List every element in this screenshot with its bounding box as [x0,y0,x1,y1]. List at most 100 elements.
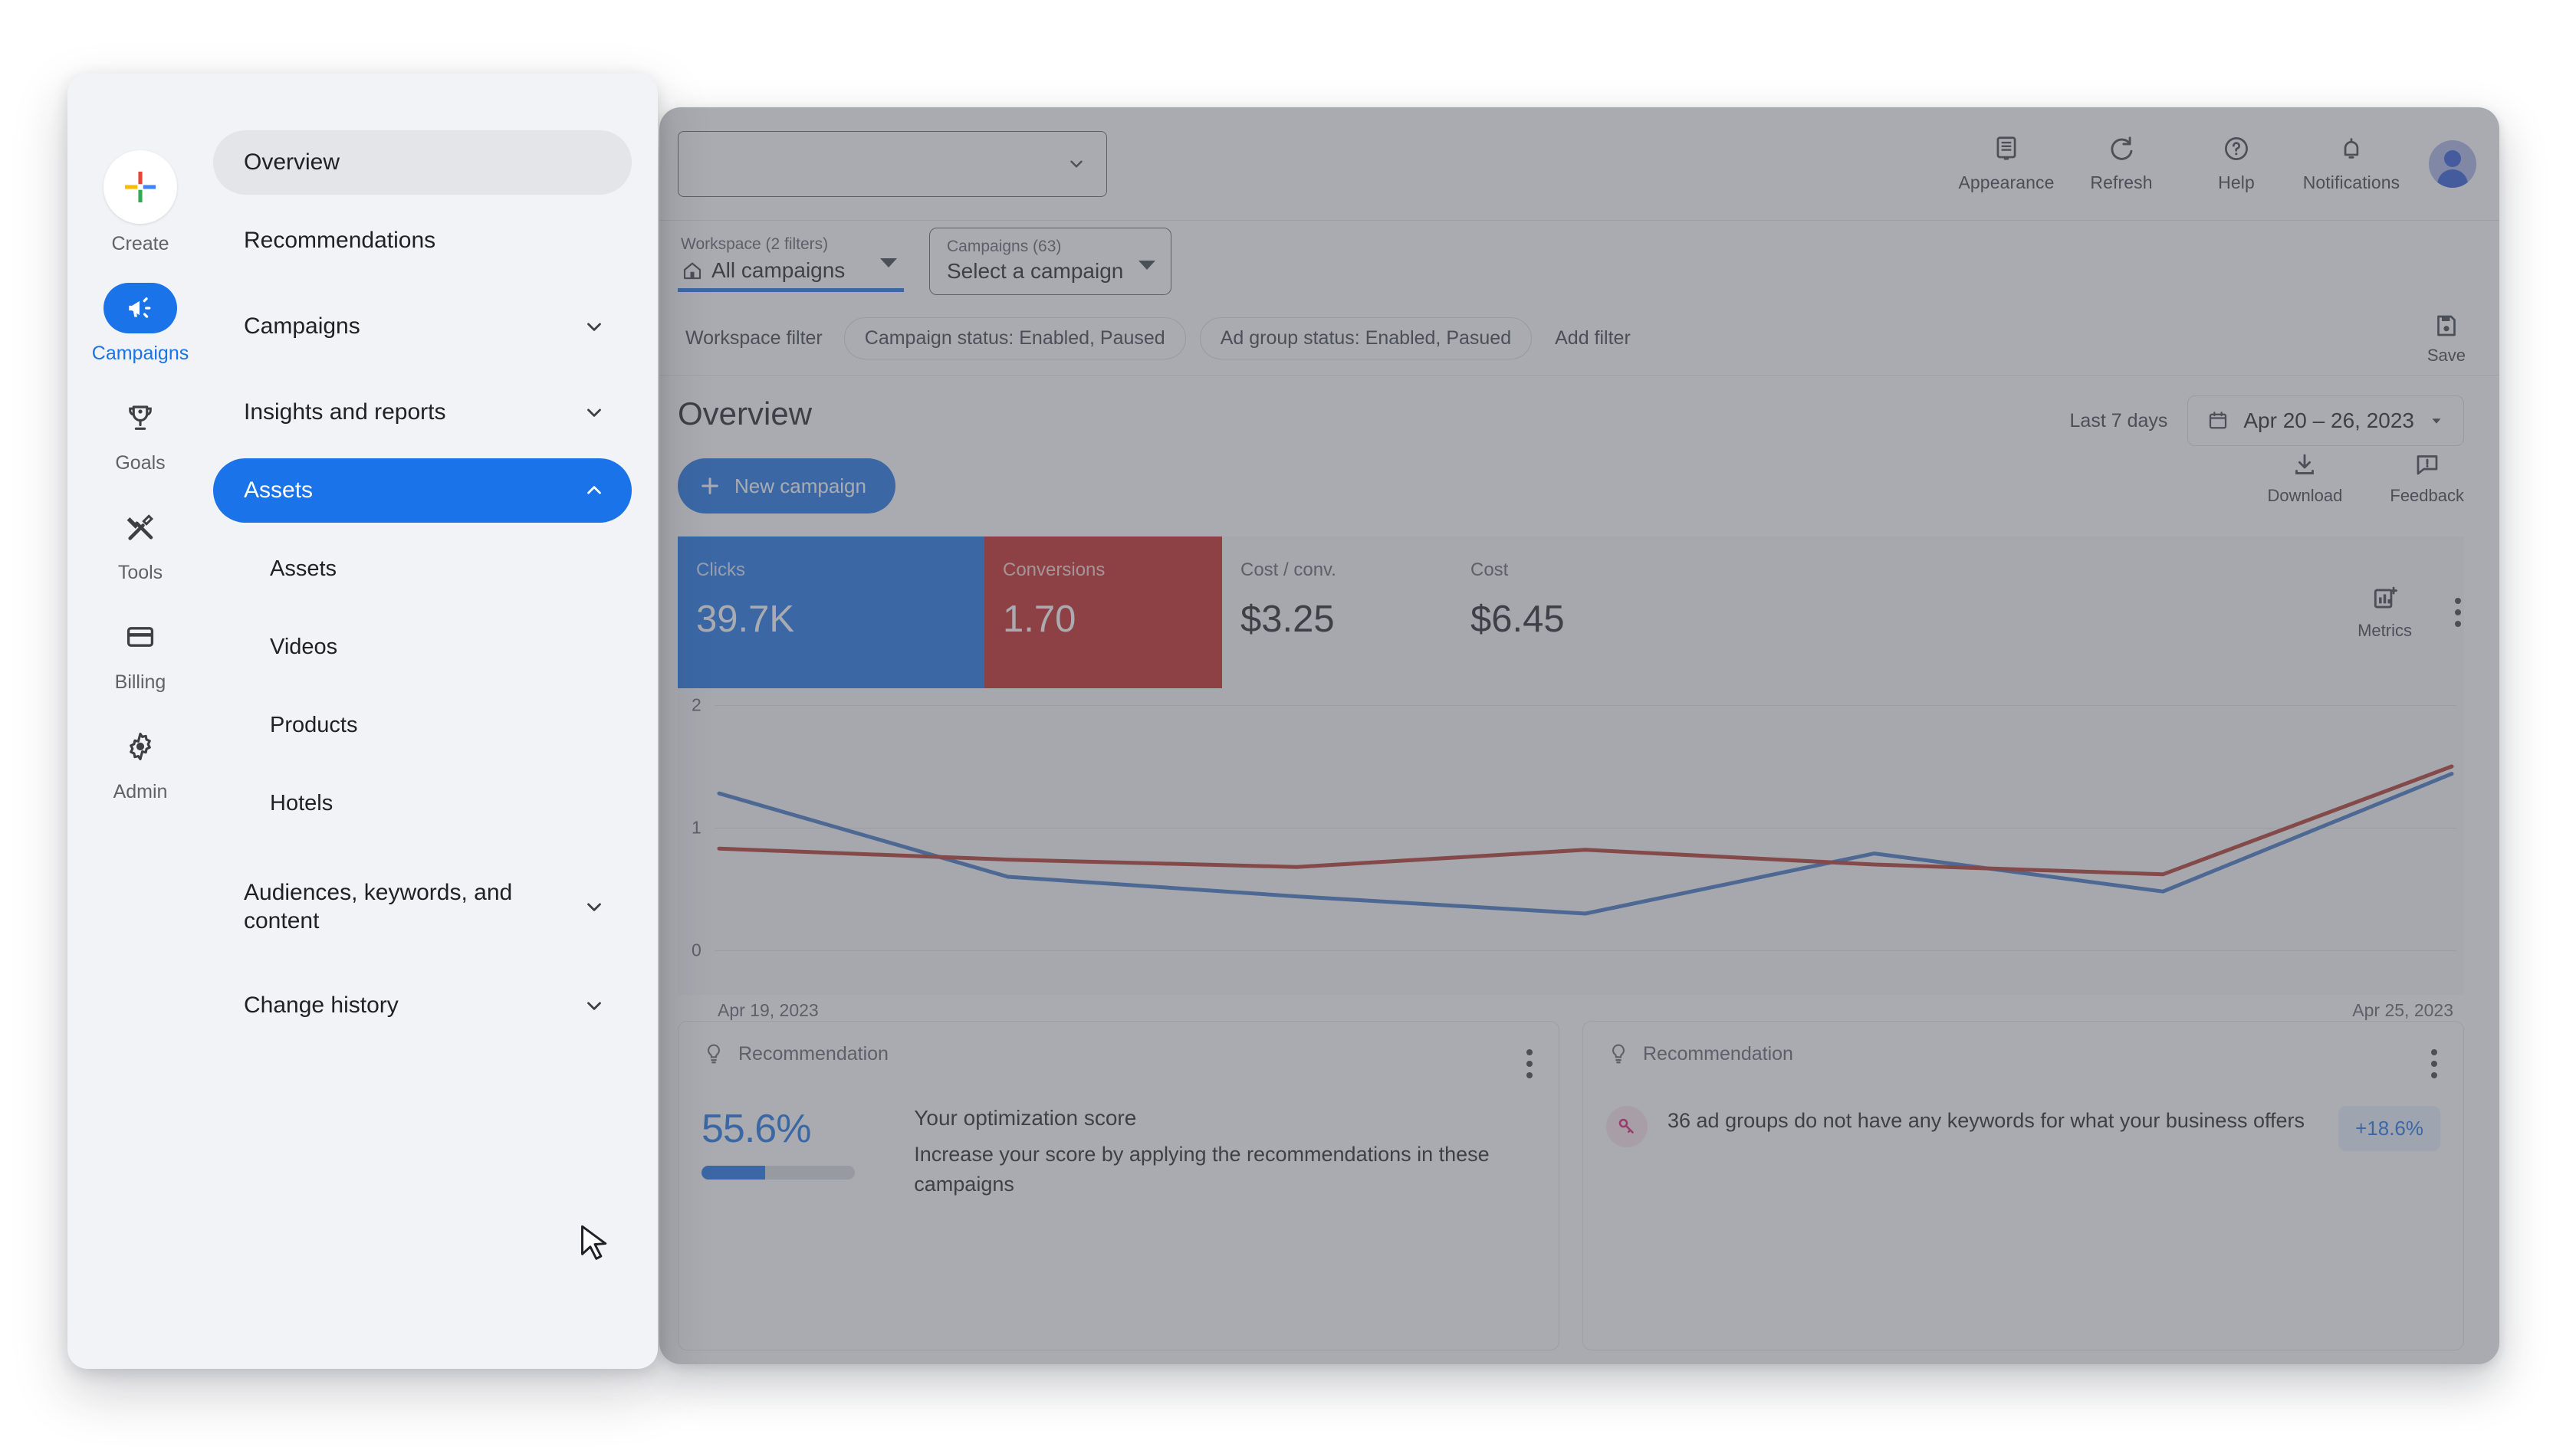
campaign-selector[interactable]: Campaigns (63) Select a campaign [929,228,1172,295]
rail-item-create[interactable]: Create [83,150,198,255]
metric-value: $3.25 [1240,599,1335,640]
menu-item-insights-and-reports[interactable]: Insights and reports [213,380,632,445]
date-controls: Last 7 days Apr 20 – 26, 2023 [2070,395,2464,446]
recommendation-description: 36 ad groups do not have any keywords fo… [1668,1109,2305,1132]
notifications-button[interactable]: Notifications [2294,134,2409,193]
metrics-more-button[interactable] [2450,593,2466,632]
chevron-down-icon [587,903,601,911]
filter-row: Workspace filter Campaign status: Enable… [659,302,2499,376]
menu-subitem-products[interactable]: Products [213,693,632,757]
chevron-up-icon [587,486,601,494]
topbar-actions: Appearance Refresh Help Notifications [1949,134,2499,193]
menu-item-label: Campaigns [244,313,360,340]
menu-subitem-assets[interactable]: Assets [213,536,632,601]
menu-item-label: Products [270,712,358,737]
menu-item-audiences-keywords-content[interactable]: Audiences, keywords, and content [213,861,632,952]
rail-item-admin[interactable]: Admin [83,721,198,803]
recommendation-more-button[interactable] [1522,1045,1537,1083]
menu-item-assets[interactable]: Assets [213,458,632,523]
recommendation-heading: Your optimization score [914,1106,1137,1130]
menu-item-recommendations[interactable]: Recommendations [213,208,632,273]
metric-value: $6.45 [1470,599,1565,640]
help-icon [2225,137,2248,160]
metrics-button[interactable]: Metrics [2358,584,2412,641]
rail-label: Campaigns [91,343,189,364]
page-title: Overview [678,395,813,431]
save-button[interactable]: Save [2427,312,2466,366]
rail-label: Goals [115,452,166,474]
feedback-button[interactable]: Feedback [2390,451,2464,506]
score-value: 55.6% [702,1107,811,1151]
tools-icon [104,502,177,553]
rail-item-tools[interactable]: Tools [83,502,198,584]
rail-label: Billing [114,671,166,693]
campaigns-value: Select a campaign [947,259,1124,283]
rail-item-billing[interactable]: Billing [83,612,198,694]
chevron-down-icon [2432,418,2441,424]
recommendation-card-optimization-score[interactable]: Recommendation 55.6% Your optimization s… [678,1021,1559,1350]
score-progress-bar [702,1166,855,1180]
menu-subitem-videos[interactable]: Videos [213,615,632,679]
metric-toolbar: Metrics [2177,536,2499,688]
menu-subitem-hotels[interactable]: Hotels [213,771,632,835]
menu-item-label: Assets [270,556,337,581]
rail-label: Admin [113,781,168,802]
chevron-down-icon [587,1002,601,1010]
workspace-caption: Workspace (2 filters) [681,235,829,253]
chart-lines [717,764,2454,916]
rail-item-goals[interactable]: Goals [83,392,198,474]
megaphone-icon [104,283,177,333]
rail-label: Tools [117,562,163,583]
new-campaign-button[interactable]: New campaign [678,458,895,514]
feedback-label: Feedback [2390,486,2464,505]
recommendation-header: Recommendation [1606,1042,2440,1066]
workspace-value-wrap: All campaigns [681,258,866,283]
chip-adgroup-status[interactable]: Ad group status: Enabled, Pasued [1199,317,1533,359]
workspace-filter-label: Workspace filter [685,327,823,349]
metric-card-cost[interactable]: Cost $6.45 [1452,536,1682,688]
download-button[interactable]: Download [2268,451,2342,506]
plus-icon [702,477,718,494]
help-button[interactable]: Help [2179,134,2294,193]
chip-campaign-status[interactable]: Campaign status: Enabled, Paused [843,317,1186,359]
workspace-selector[interactable]: Workspace (2 filters) All campaigns [678,231,908,292]
recommendation-body: 36 ad groups do not have any keywords fo… [1606,1106,2440,1151]
menu-item-overview[interactable]: Overview [213,130,632,195]
workspace-underline [678,288,904,292]
recommendation-more-button[interactable] [2426,1045,2442,1083]
metric-card-clicks[interactable]: Clicks 39.7K [678,536,984,688]
download-icon [2295,454,2315,474]
chart-series-clicks [717,772,2454,916]
save-icon [2437,315,2456,336]
refresh-button[interactable]: Refresh [2064,134,2179,193]
rail-item-campaigns[interactable]: Campaigns [83,283,198,365]
account-select[interactable] [678,130,1107,197]
avatar[interactable] [2429,139,2476,188]
help-label: Help [2218,172,2255,192]
menu-item-campaigns[interactable]: Campaigns [213,294,632,359]
y-tick-label: 2 [692,694,702,715]
metric-card-conversions[interactable]: Conversions 1.70 [984,536,1222,688]
lightbulb-icon [708,1044,720,1064]
recommendation-description: Increase your score by applying the reco… [914,1143,1490,1196]
chevron-down-icon [880,258,897,267]
appearance-button[interactable]: Appearance [1949,134,2064,193]
keyword-icon [1606,1106,1648,1147]
date-range-picker[interactable]: Apr 20 – 26, 2023 [2187,395,2464,446]
gear-icon [104,721,177,772]
save-label: Save [2426,345,2466,365]
recommendation-title: Recommendation [1643,1042,1793,1065]
menu-item-label: Recommendations [244,228,436,254]
nav-rail: Create Campaigns Goals Tools Billing Adm… [67,74,213,1369]
nav-menu: Overview Recommendations Campaigns Insig… [213,74,658,1369]
add-filter-button[interactable]: Add filter [1546,327,1640,349]
y-tick-label: 0 [692,940,702,960]
recommendation-header: Recommendation [702,1042,1536,1066]
metric-card-cost-per-conv[interactable]: Cost / conv. $3.25 [1222,536,1452,688]
rail-label: Create [111,233,169,254]
menu-item-change-history[interactable]: Change history [213,973,632,1038]
recommendation-card-keywords[interactable]: Recommendation 36 ad groups do not have … [1582,1021,2464,1350]
appearance-icon [1996,136,2016,160]
y-tick-label: 1 [692,817,702,838]
metric-label: Clicks [696,559,745,580]
